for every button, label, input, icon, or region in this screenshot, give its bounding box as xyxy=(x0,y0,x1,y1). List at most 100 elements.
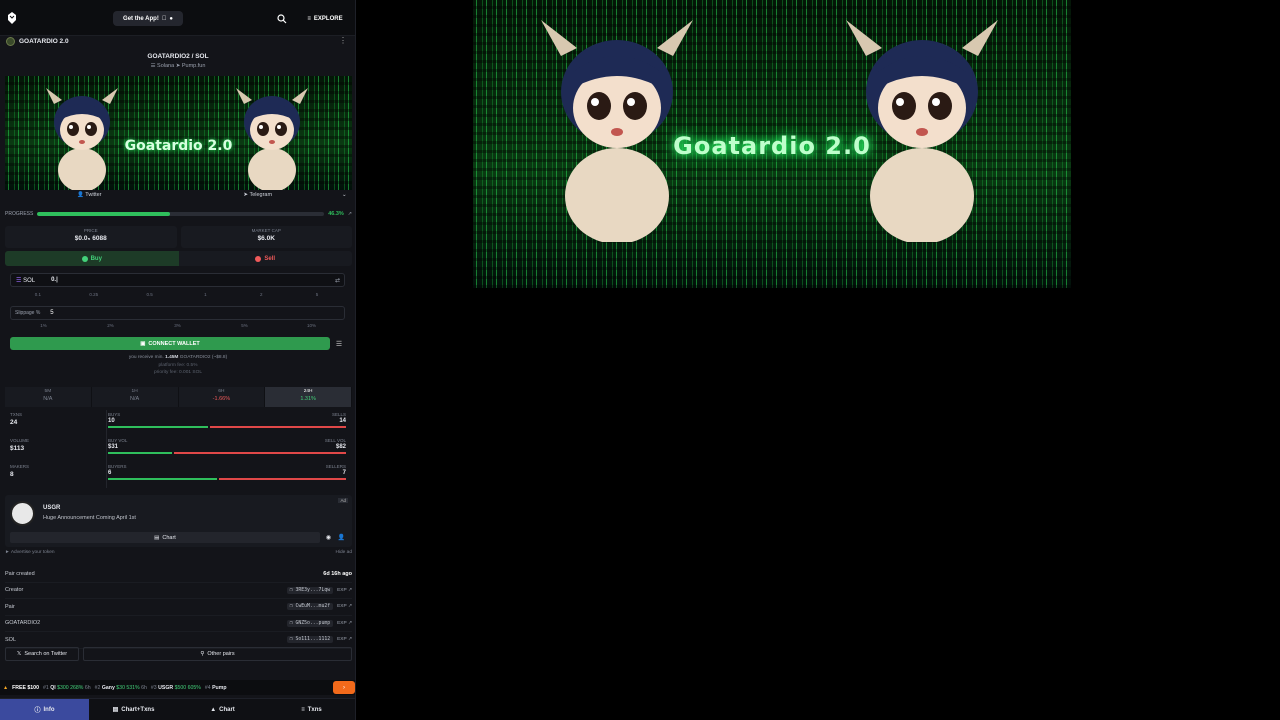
preset-button[interactable]: 0.5 xyxy=(122,292,178,300)
buy-vol-value: $31 xyxy=(108,444,119,450)
sell-tab[interactable]: Sell xyxy=(179,251,353,266)
buyers-label: BUYERS xyxy=(108,464,127,469)
explorer-link[interactable]: EXP ↗ xyxy=(337,637,352,642)
goat-girl-right-figure xyxy=(846,20,998,242)
search-icon[interactable] xyxy=(276,13,288,25)
buy-tab[interactable]: Buy xyxy=(5,251,179,266)
preset-button[interactable]: 5 xyxy=(289,292,345,300)
preset-button[interactable]: 1 xyxy=(177,292,233,300)
tab-5m[interactable]: 5M N/A xyxy=(5,387,92,407)
copy-address-button[interactable]: ❐ 3RE3y...7Lqw xyxy=(286,586,334,594)
get-app-label: Get the App! xyxy=(123,15,159,22)
volume-ratio-bar xyxy=(108,452,346,454)
ticker-item[interactable]: #3 USGR $500 605% xyxy=(151,685,201,691)
other-pairs-button[interactable]: ⚲ Other pairs xyxy=(83,647,352,661)
chart-icon: ▲ xyxy=(210,706,217,713)
token-avatar-icon xyxy=(6,36,15,46)
slippage-preset[interactable]: 2% xyxy=(77,323,144,331)
market-cap-value: $6.0K xyxy=(257,235,275,242)
timeframe-label: 6H xyxy=(218,389,225,394)
buy-label: Buy xyxy=(90,255,102,262)
slippage-preset[interactable]: 10% xyxy=(278,323,345,331)
external-link-icon: ↗ xyxy=(347,637,352,643)
ticker-rank: #4 xyxy=(204,684,211,691)
nav-info[interactable]: ⓘ Info xyxy=(0,699,89,720)
telegram-link[interactable]: ➤ Telegram xyxy=(174,190,343,201)
explorer-link[interactable]: EXP ↗ xyxy=(337,621,352,626)
slippage-value: 5 xyxy=(50,310,54,316)
copy-address-button[interactable]: ❐ GNZ5o...pump xyxy=(286,619,334,627)
sells-label: SELLS xyxy=(331,412,346,417)
hide-ad-link[interactable]: Hide ad xyxy=(335,550,352,558)
ticker-item[interactable]: #4 Pump xyxy=(205,685,227,691)
volume-label: VOLUME xyxy=(10,438,30,443)
dexscreener-logo-icon[interactable] xyxy=(7,12,17,24)
ticker-age: 6h xyxy=(84,684,91,691)
get-app-button[interactable]: Get the App!  ● xyxy=(113,11,183,26)
tab-6h[interactable]: 6H -1.66% xyxy=(179,387,266,407)
preset-button[interactable]: 2 xyxy=(233,292,289,300)
explorer-link[interactable]: EXP ↗ xyxy=(337,604,352,609)
timeframe-label: 1H xyxy=(131,389,138,394)
pair-created-row: Pair created 6d 16h ago xyxy=(5,566,352,583)
ad-card[interactable]: Ad USGR Huge Announcement Coming April 1… xyxy=(5,495,352,547)
info-row-label: GOATARDIO2 xyxy=(5,620,41,627)
swap-icon[interactable]: ⇄ xyxy=(335,277,340,284)
explorer-link[interactable]: EXP ↗ xyxy=(337,588,352,593)
slippage-preset[interactable]: 3% xyxy=(144,323,211,331)
slippage-preset[interactable]: 1% xyxy=(10,323,77,331)
goat-girl-left-figure xyxy=(541,20,693,242)
goat-girl-right-image xyxy=(236,88,308,190)
explore-button[interactable]: ≡ EXPLORE xyxy=(300,11,350,26)
ticker-next-button[interactable]: › xyxy=(333,681,355,694)
twitter-link[interactable]: 👤 Twitter xyxy=(5,190,174,201)
search-twitter-button[interactable]: 𝕏 Search on Twitter xyxy=(5,647,79,661)
video-title: Goatardio 2.0 xyxy=(673,132,871,160)
sell-ratio xyxy=(209,426,346,428)
connect-wallet-button[interactable]: ▣ CONNECT WALLET xyxy=(10,337,330,350)
amount-input[interactable]: ☰ SOL 0.| ⇄ xyxy=(10,273,345,287)
trending-ticker: ▲ FREE $100 #1 Ql $300 268% 6h #2 Gany $… xyxy=(0,680,355,695)
pair-created-label: Pair created xyxy=(5,570,35,577)
user-icon[interactable]: 👤 xyxy=(336,532,347,543)
more-options-icon[interactable]: ⋮ xyxy=(339,36,347,45)
tab-24h[interactable]: 24H 1.31% xyxy=(265,387,352,407)
ticker-free[interactable]: FREE $100 xyxy=(12,685,39,691)
slippage-preset[interactable]: 5% xyxy=(211,323,278,331)
nav-txns[interactable]: ≡ Txns xyxy=(267,699,355,720)
ticker-item[interactable]: #2 Gany $30 531% 6h xyxy=(95,685,147,691)
explorer-label: EXP xyxy=(337,604,347,610)
tab-1h[interactable]: 1H N/A xyxy=(92,387,179,407)
globe-icon[interactable]: ◉ xyxy=(323,532,334,543)
preset-button[interactable]: 0.25 xyxy=(66,292,122,300)
advertise-row: ► Advertise your token Hide ad xyxy=(5,550,352,558)
preset-button[interactable]: 0.1 xyxy=(10,292,66,300)
other-pairs-label: Other pairs xyxy=(207,651,235,657)
progress-track xyxy=(37,212,325,216)
info-row-creator: Creator ❐ 3RE3y...7Lqw EXP ↗ xyxy=(5,583,352,599)
goat-girl-left-image xyxy=(46,88,118,190)
copy-address-button[interactable]: ❐ CwEuM...mu2f xyxy=(286,603,334,611)
currency-label: SOL xyxy=(23,277,36,284)
slippage-presets: 1% 2% 3% 5% 10% xyxy=(10,323,345,331)
ad-chart-button[interactable]: ▤ Chart xyxy=(10,532,320,543)
nav-chart[interactable]: ▲ Chart xyxy=(178,699,267,720)
slippage-input[interactable]: Slippage % 5 xyxy=(10,306,345,320)
advertise-link[interactable]: ► Advertise your token xyxy=(5,550,55,558)
search-icon: ⚲ xyxy=(200,651,205,657)
chevron-down-icon[interactable]: ⌄ xyxy=(342,190,352,201)
copy-icon: ❐ xyxy=(289,604,293,610)
external-link-icon[interactable]: ↗ xyxy=(348,211,352,217)
buy-ratio xyxy=(108,426,208,428)
pair-title: GOATARDIO2 / SOL xyxy=(147,53,209,60)
receive-amount: 1.45M xyxy=(165,355,179,360)
nav-txns-label: Txns xyxy=(307,706,322,713)
ticker-values: $30 531% xyxy=(116,684,140,691)
trade-settings-icon[interactable]: ☰ xyxy=(333,337,345,350)
copy-address-button[interactable]: ❐ So111...1112 xyxy=(286,636,334,644)
chart-icon: ▤ xyxy=(154,534,160,541)
volume-row: VOLUME $113 BUY VOL SELL VOL $31 $82 xyxy=(5,436,352,460)
ad-description: Huge Announcement Coming April 1st xyxy=(43,515,136,521)
ticker-item[interactable]: #1 Ql $300 268% 6h xyxy=(43,685,91,691)
nav-chart-txns[interactable]: ▤ Chart+Txns xyxy=(89,699,178,720)
